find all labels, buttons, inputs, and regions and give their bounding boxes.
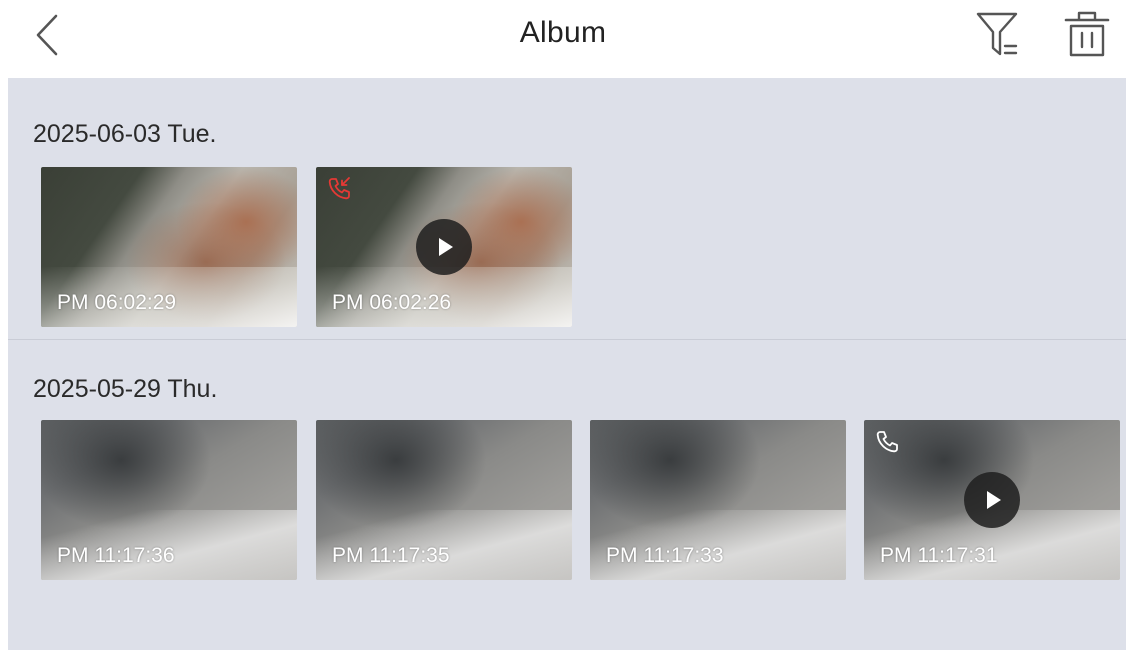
capture-time: PM 11:17:35 bbox=[332, 544, 450, 567]
trash-icon bbox=[1064, 11, 1110, 57]
album-content: 2025-06-03 Tue. PM 06:02:29 PM 06:02:26 … bbox=[8, 78, 1126, 650]
call-icon bbox=[876, 431, 898, 453]
filter-icon bbox=[976, 12, 1018, 56]
thumbnail[interactable]: PM 11:17:36 bbox=[41, 420, 297, 580]
app-header: Album bbox=[0, 0, 1126, 76]
capture-time: PM 06:02:29 bbox=[57, 291, 177, 314]
capture-time: PM 11:17:31 bbox=[880, 544, 998, 567]
capture-time: PM 11:17:36 bbox=[57, 544, 175, 567]
thumbnail-video[interactable]: PM 06:02:26 bbox=[316, 167, 572, 327]
delete-button[interactable] bbox=[1060, 8, 1114, 62]
thumbnail-video[interactable]: PM 11:17:31 bbox=[864, 420, 1120, 580]
group-date: 2025-06-03 Tue. bbox=[33, 120, 217, 148]
missed-call-icon bbox=[328, 177, 350, 200]
thumbnail[interactable]: PM 11:17:33 bbox=[590, 420, 846, 580]
play-icon[interactable] bbox=[416, 219, 472, 275]
play-icon[interactable] bbox=[964, 472, 1020, 528]
group-date: 2025-05-29 Thu. bbox=[33, 375, 218, 403]
date-group: 2025-05-29 Thu. PM 11:17:36 PM 11:17:35 … bbox=[8, 341, 1126, 650]
date-group: 2025-06-03 Tue. PM 06:02:29 PM 06:02:26 bbox=[8, 78, 1126, 340]
capture-time: PM 11:17:33 bbox=[606, 544, 724, 567]
filter-button[interactable] bbox=[972, 8, 1024, 62]
thumbnail[interactable]: PM 06:02:29 bbox=[41, 167, 297, 327]
page-title: Album bbox=[519, 16, 607, 49]
capture-time: PM 06:02:26 bbox=[332, 291, 452, 314]
thumbnail[interactable]: PM 11:17:35 bbox=[316, 420, 572, 580]
